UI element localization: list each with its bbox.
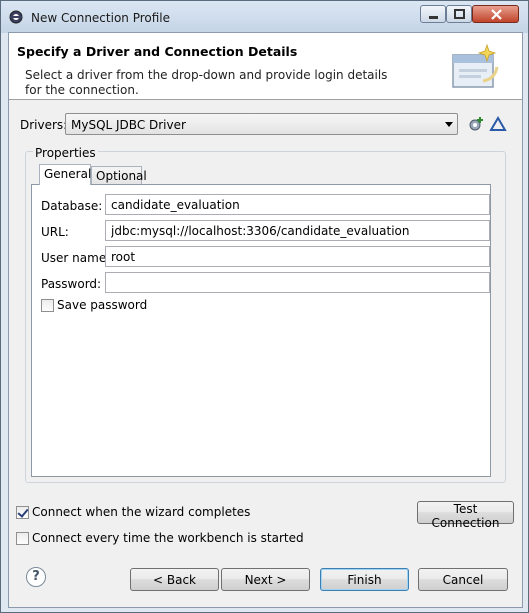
save-password-checkbox[interactable]: [41, 299, 54, 312]
tab-general-label: General: [44, 167, 92, 181]
maximize-button[interactable]: [446, 5, 472, 23]
properties-group-label: Properties: [33, 146, 98, 160]
connect-on-finish-checkbox[interactable]: [16, 506, 29, 519]
connect-on-finish-label: Connect when the wizard completes: [32, 505, 251, 519]
cancel-button[interactable]: Cancel: [418, 568, 508, 591]
tab-optional-label: Optional: [96, 169, 147, 183]
wizard-header: Specify a Driver and Connection Details …: [9, 33, 522, 100]
password-label: Password:: [41, 277, 102, 291]
database-field[interactable]: [105, 194, 490, 215]
help-icon[interactable]: ?: [26, 567, 46, 587]
connection-wizard-icon: [452, 43, 499, 88]
new-driver-icon[interactable]: [467, 115, 485, 133]
dialog-window: New Connection Profile Specify a Driver …: [0, 0, 529, 613]
eclipse-icon: [9, 10, 23, 24]
password-field[interactable]: [105, 272, 490, 293]
username-label: User name:: [41, 251, 111, 265]
url-field[interactable]: [105, 220, 490, 241]
page-description: Select a driver from the drop-down and p…: [25, 68, 388, 97]
minimize-icon: [429, 16, 438, 19]
maximize-icon: [454, 9, 465, 19]
drivers-label: Drivers:: [20, 118, 68, 132]
connect-on-startup-label: Connect every time the workbench is star…: [32, 531, 304, 545]
minimize-button[interactable]: [420, 5, 446, 23]
chevron-down-icon: [445, 122, 453, 127]
url-label: URL:: [41, 225, 69, 239]
tab-general[interactable]: General: [39, 164, 91, 185]
back-button[interactable]: < Back: [130, 568, 219, 591]
username-field[interactable]: [105, 246, 490, 267]
database-label: Database:: [41, 199, 103, 213]
edit-driver-icon[interactable]: [489, 115, 507, 133]
general-tab-panel: Database: URL: User name: Password: Save…: [31, 184, 491, 477]
close-icon: [491, 9, 502, 20]
page-title: Specify a Driver and Connection Details: [17, 44, 298, 59]
close-button[interactable]: [472, 5, 519, 23]
title-bar[interactable]: New Connection Profile: [1, 1, 528, 33]
drivers-dropdown[interactable]: MySQL JDBC Driver: [65, 113, 458, 135]
test-connection-button[interactable]: Test Connection: [417, 501, 514, 530]
next-button[interactable]: Next >: [221, 568, 310, 591]
connect-on-startup-checkbox[interactable]: [16, 532, 29, 545]
dialog-body: Specify a Driver and Connection Details …: [8, 32, 523, 608]
tab-optional[interactable]: Optional: [91, 166, 147, 185]
window-title: New Connection Profile: [31, 11, 171, 25]
save-password-label: Save password: [57, 298, 148, 312]
drivers-selected-value: MySQL JDBC Driver: [71, 118, 186, 132]
finish-button[interactable]: Finish: [320, 568, 409, 591]
